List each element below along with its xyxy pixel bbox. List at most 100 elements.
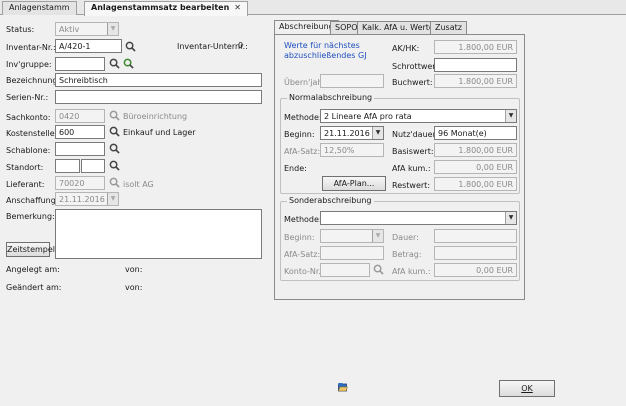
tab-anlagenstamm-label: Anlagenstamm	[9, 3, 70, 12]
sachkonto-desc: Büroeinrichtung	[123, 112, 188, 121]
bezeichnung-field[interactable]: Schreibtisch	[55, 73, 262, 87]
serien-label: Serien-Nr.:	[6, 93, 49, 102]
search-icon	[109, 177, 120, 188]
zeitstempel-button[interactable]: Zeitstempel	[6, 242, 55, 257]
ok-button[interactable]: OK	[499, 380, 555, 397]
normal-afakum-field: 0,00 EUR	[434, 160, 517, 174]
standort-field-1[interactable]	[55, 159, 80, 173]
kostenstelle-field[interactable]: 600	[55, 125, 105, 139]
search-icon	[373, 264, 384, 275]
chevron-down-icon[interactable]: ▼	[505, 212, 516, 224]
lieferant-desc: isolt AG	[123, 180, 154, 189]
inventar-label: Inventar-Nr.:	[6, 43, 56, 52]
geaendert-von-label: von:	[125, 283, 143, 292]
werte-hint-line2: abzuschließendes GJ	[284, 51, 367, 60]
sonder-betrag-label: Betrag:	[392, 250, 422, 259]
chevron-down-icon[interactable]: ▼	[107, 23, 118, 35]
basiswert-label: Basiswert:	[392, 147, 434, 156]
kostenstelle-label: Kostenstelle:	[6, 129, 58, 138]
search-icon[interactable]	[125, 41, 136, 52]
sonder-dauer-label: Dauer:	[392, 233, 419, 242]
search-icon[interactable]	[109, 58, 120, 69]
sonderabschreibung-title: Sonderabschreibung	[287, 196, 374, 205]
sonder-beginn-date: ▼	[320, 229, 384, 243]
chevron-down-icon: ▼	[372, 230, 383, 242]
tab-zusatz[interactable]: Zusatz	[430, 21, 467, 34]
sachkonto-field: 0420	[55, 109, 105, 123]
basiswert-field: 1.800,00 EUR	[434, 143, 517, 157]
sonder-kontonr-field	[320, 263, 370, 277]
sonder-afasatz-field	[320, 246, 384, 260]
chevron-down-icon[interactable]: ▼	[372, 127, 383, 139]
normalabschreibung-title: Normalabschreibung	[287, 93, 375, 102]
akhk-field: 1.800,00 EUR	[434, 40, 517, 54]
bemerkung-label: Bemerkung:	[6, 212, 55, 221]
bemerkung-textarea[interactable]	[55, 209, 262, 259]
sonder-betrag-field	[434, 246, 517, 260]
normal-afakum-label: AfA kum.:	[392, 164, 431, 173]
angelegt-von-label: von:	[125, 265, 143, 274]
sonder-methode-select[interactable]: ▼	[320, 211, 517, 225]
tab-anlagenstammsatz-bearbeiten[interactable]: Anlagenstammsatz bearbeiten ✕	[84, 1, 248, 16]
anschaffung-date: 21.11.2016 ▼	[55, 192, 119, 206]
folder-open-icon[interactable]	[338, 382, 348, 392]
sonder-beginn-label: Beginn:	[284, 233, 315, 242]
sonder-kontonr-label: Konto-Nr.:	[284, 267, 324, 276]
invgruppe-field[interactable]	[55, 57, 105, 71]
buchwert-field: 1.800,00 EUR	[434, 74, 517, 88]
afa-plan-button[interactable]: AfA-Plan...	[322, 176, 386, 191]
geaendert-label: Geändert am:	[6, 283, 62, 292]
schrottwert-field[interactable]	[434, 58, 517, 72]
akhk-label: AK/HK:	[392, 44, 420, 53]
standort-field-2[interactable]	[81, 159, 105, 173]
status-label: Status:	[6, 25, 35, 34]
uebernjahr-field	[320, 74, 384, 88]
ok-button-label: OK	[521, 384, 533, 393]
kostenstelle-desc: Einkauf und Lager	[123, 128, 196, 137]
search-icon	[109, 110, 120, 121]
search-icon[interactable]	[109, 160, 120, 171]
restwert-field: 1.800,00 EUR	[434, 177, 517, 191]
normal-afasatz-label: AfA-Satz:	[284, 147, 321, 156]
invgruppe-label: Inv'gruppe:	[6, 60, 52, 69]
sonder-afasatz-label: AfA-Satz:	[284, 250, 321, 259]
sachkonto-label: Sachkonto:	[6, 113, 51, 122]
normal-ende-label: Ende:	[284, 164, 307, 173]
chevron-down-icon: ▼	[107, 193, 118, 205]
nutzdauer-label: Nutz'dauer:	[392, 130, 439, 139]
unternr-value: 0	[238, 41, 244, 50]
lieferant-field: 70020	[55, 176, 105, 190]
normal-methode-select[interactable]: 2 Lineare AfA pro rata ▼	[320, 109, 517, 123]
serien-nr-field[interactable]	[55, 90, 262, 104]
normal-beginn-value: 21.11.2016	[324, 129, 370, 138]
lieferant-label: Lieferant:	[6, 180, 45, 189]
inventar-nr-field[interactable]: A/420-1	[55, 39, 122, 53]
document-tab-bar: Anlagenstamm Anlagenstammsatz bearbeiten…	[0, 0, 626, 16]
angelegt-label: Angelegt am:	[6, 265, 60, 274]
tab-bearbeiten-label: Anlagenstammsatz bearbeiten	[91, 3, 230, 12]
search-icon[interactable]	[109, 143, 120, 154]
sonder-afakum-field: 0,00 EUR	[434, 263, 517, 277]
normal-methode-value: 2 Lineare AfA pro rata	[324, 112, 412, 121]
search-green-icon[interactable]	[123, 58, 134, 69]
nutzdauer-field[interactable]: 96 Monat(e)	[434, 126, 517, 140]
normal-afasatz-field: 12,50%	[320, 143, 384, 157]
tab-anlagenstamm[interactable]: Anlagenstamm	[2, 1, 77, 15]
buchwert-label: Buchwert:	[392, 78, 433, 87]
schablone-field[interactable]	[55, 142, 105, 156]
sonder-afakum-label: AfA kum.:	[392, 267, 431, 276]
sonder-methode-label: Methode:	[284, 215, 322, 224]
normal-beginn-label: Beginn:	[284, 130, 315, 139]
standort-label: Standort:	[6, 163, 44, 172]
search-icon[interactable]	[109, 126, 120, 137]
sonder-dauer-field	[434, 229, 517, 243]
chevron-down-icon[interactable]: ▼	[505, 110, 516, 122]
normal-beginn-date[interactable]: 21.11.2016 ▼	[320, 126, 384, 140]
anschaffung-label: Anschaffung:	[6, 196, 59, 205]
bezeichnung-label: Bezeichnung:	[6, 76, 61, 85]
close-icon[interactable]: ✕	[234, 3, 241, 12]
status-select[interactable]: Aktiv ▼	[55, 22, 119, 36]
status-value: Aktiv	[59, 25, 80, 34]
restwert-label: Restwert:	[392, 181, 431, 190]
schablone-label: Schablone:	[6, 146, 51, 155]
